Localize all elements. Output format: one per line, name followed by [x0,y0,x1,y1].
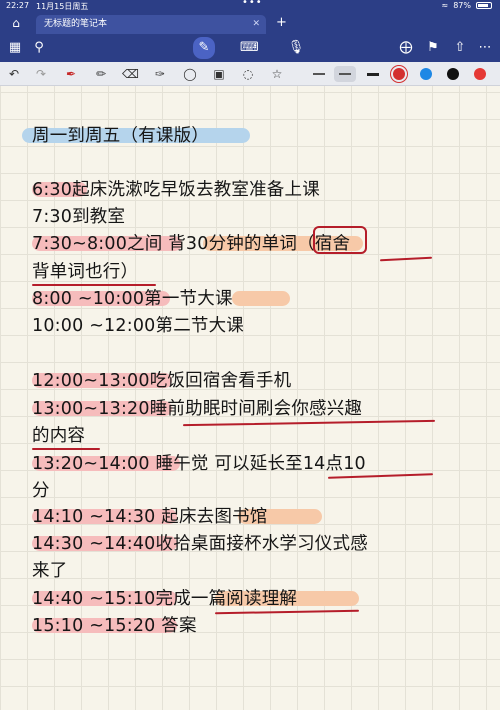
notebook-tab[interactable]: 无标题的笔记本 ✕ [36,15,266,34]
note-line: 15:10 ~15:20 答案 [32,616,197,636]
red-alt-color-swatch[interactable] [474,68,486,80]
note-line: 7:30到教室 [32,207,126,227]
status-bar: 22:27 11月15日周五 ••• ≈ 87% [0,0,500,12]
status-time: 22:27 [6,1,30,10]
note-canvas[interactable]: 周一到周五（有课版） 6:30起床洗漱吃早饭去教室准备上课 7:30到教室 7:… [0,86,500,710]
note-title: 周一到周五（有课版） [32,126,209,146]
more-icon[interactable]: ⋯ [476,39,494,57]
pen-tool-icon[interactable]: ✒ [63,66,79,82]
thick-stroke-option[interactable] [367,73,379,76]
tab-bar: ⌂ 无标题的笔记本 ✕ + [0,12,500,34]
underline-annotation [32,448,100,450]
note-line: 14:30 ~14:40收拾桌面接杯水学习仪式感 [32,534,368,554]
pen-mode-icon[interactable]: ✎ [193,37,215,59]
note-line: 14:10 ~14:30 起床去图书馆 [32,507,268,527]
home-icon[interactable]: ⌂ [9,16,23,30]
note-line: 分 [32,481,50,501]
redo-icon[interactable]: ↷ [33,66,49,82]
note-line: 背单词也行） [32,262,139,282]
keyboard-icon[interactable]: ⌨ [240,39,259,57]
close-icon[interactable]: ✕ [252,15,260,34]
note-line: 的内容 [32,426,86,446]
battery-icon [476,2,492,9]
status-date: 11月15日周五 [36,2,89,11]
thin-stroke-option[interactable] [313,73,325,75]
undo-icon[interactable]: ↶ [6,66,22,82]
tab-title: 无标题的笔记本 [44,19,108,29]
eraser-icon[interactable]: ⌫ [122,66,139,82]
blue-color-swatch[interactable] [420,68,432,80]
red-color-swatch[interactable] [393,68,405,80]
microphone-icon[interactable]: 🎙 [287,39,305,57]
note-line: 13:00~13:20睡前助眠时间刷会你感兴趣 [32,399,363,419]
medium-stroke-option[interactable] [334,66,356,82]
status-right: ≈ 87% [442,1,492,10]
search-icon[interactable]: ⚲ [30,39,48,57]
drawing-toolbar: ↶ ↷ ✒ ✏ ⌫ ✑ ◯ ▣ ◌ ☆ [0,62,500,86]
multitask-dots[interactable]: ••• [242,0,263,8]
main-toolbar: ▦ ⚲ ✎ ⌨ 🎙 ⨁ ⚑ ⇧ ⋯ [0,34,500,62]
image-icon[interactable]: ▣ [211,66,227,82]
note-line: 13:20~14:00 睡午觉 可以延长至14点10 [32,454,366,474]
underline-annotation [379,256,433,262]
word-circle-annotation [313,226,367,254]
pencil-icon[interactable]: ✏ [93,66,109,82]
add-tab-icon[interactable]: + [276,15,287,30]
underline-annotation [183,419,435,427]
star-icon[interactable]: ☆ [269,66,285,82]
underline-annotation [214,609,360,615]
battery-fill [478,4,488,7]
bookmark-icon[interactable]: ⚑ [424,39,442,57]
note-line: 7:30~8:00之间 背30分钟的单词（宿舍 [32,234,351,254]
note-line: 12:00~13:00吃饭回宿舍看手机 [32,371,292,391]
note-line: 8:00 ~10:00第一节大课 [32,289,233,309]
add-page-icon[interactable]: ⨁ [397,39,415,57]
text-highlight [232,291,290,306]
highlighter-icon[interactable]: ✑ [152,66,168,82]
shapes-icon[interactable]: ◯ [182,66,198,82]
battery-percent: 87% [453,1,471,10]
note-line: 来了 [32,561,68,581]
note-line: 14:40 ~15:10完成一篇阅读理解 [32,589,298,609]
underline-annotation [32,284,156,286]
black-color-swatch[interactable] [447,68,459,80]
note-line: 10:00 ~12:00第二节大课 [32,316,244,336]
share-icon[interactable]: ⇧ [451,39,469,57]
sidebar-icon[interactable]: ▦ [6,39,24,57]
note-line: 6:30起床洗漱吃早饭去教室准备上课 [32,180,320,200]
lasso-icon[interactable]: ◌ [240,66,256,82]
medium-stroke-mark [339,73,351,75]
wifi-icon: ≈ [441,1,449,10]
